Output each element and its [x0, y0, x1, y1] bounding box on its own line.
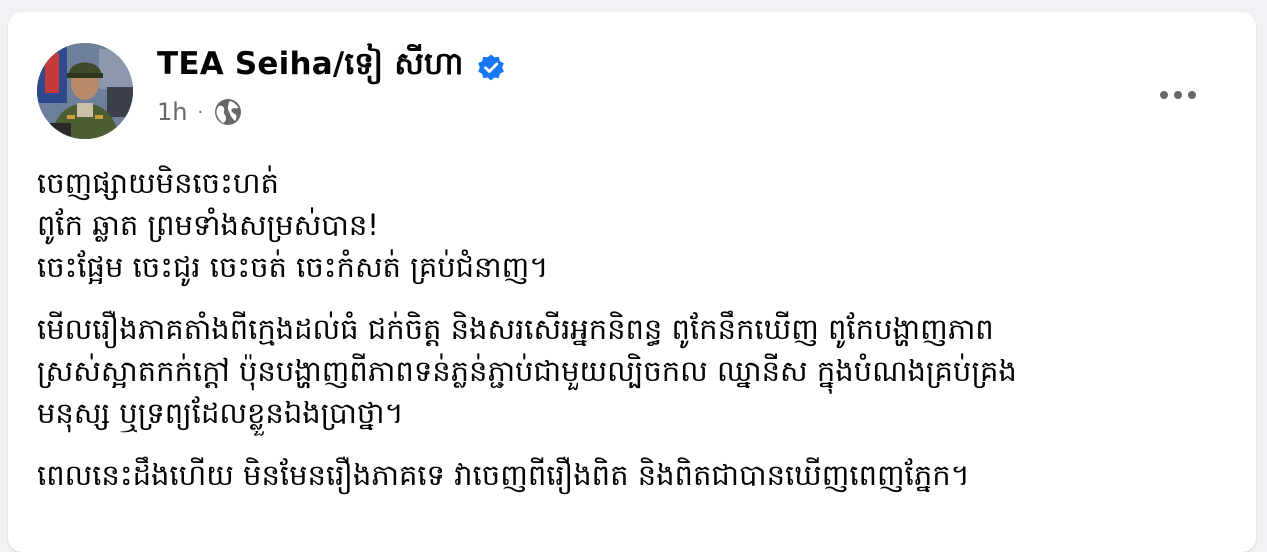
globe-icon[interactable] [213, 97, 243, 127]
post-line: ចេញផ្សាយមិនចេះហត់ [37, 166, 279, 200]
verified-badge-icon [476, 53, 506, 83]
more-options-icon[interactable] [1156, 73, 1200, 117]
author-name[interactable]: TEA Seiha/ទៀ សីហា [157, 45, 464, 90]
post-line: ពូកែ ឆ្លាត ព្រមទាំងសម្រស់បាន! [37, 208, 379, 242]
post-paragraph: ចេញផ្សាយមិនចេះហត់ ពូកែ ឆ្លាត ព្រមទាំងសម្… [37, 162, 1226, 288]
author-avatar[interactable] [37, 43, 133, 139]
post-meta: 1h · [157, 97, 243, 127]
post-card: TEA Seiha/ទៀ សីហា 1h · ចេញផ្សាយមិនចេះហត់… [8, 12, 1256, 552]
post-header: TEA Seiha/ទៀ សីហា 1h · [37, 43, 1256, 139]
post-line: ចេះផ្អែម ចេះជូរ ចេះចត់ ចេះកំសត់ គ្រប់ជំន… [37, 250, 549, 284]
post-text: ចេញផ្សាយមិនចេះហត់ ពូកែ ឆ្លាត ព្រមទាំងសម្… [37, 162, 1226, 516]
post-line: ពេលនេះដឹងហើយ មិនមែនរឿងភាគទេ វាចេញពីរឿងពិ… [37, 458, 970, 492]
post-line: មើលរឿងភាគតាំងពីក្មេងដល់ធំ ជក់ចិត្ត និងសរ… [37, 312, 994, 346]
post-paragraph: ពេលនេះដឹងហើយ មិនមែនរឿងភាគទេ វាចេញពីរឿងពិ… [37, 454, 1226, 496]
post-line: ស្រស់ស្អាតកក់ក្តៅ ប៉ុនបង្ហាញពីភាពទន់ភ្លន… [37, 354, 1017, 388]
meta-separator: · [197, 101, 204, 123]
post-time[interactable]: 1h [157, 98, 187, 126]
post-line: មនុស្ស ឬទ្រព្យដែលខ្លួនឯងប្រាថ្នា។ [37, 396, 404, 430]
post-paragraph: មើលរឿងភាគតាំងពីក្មេងដល់ធំ ជក់ចិត្ត និងសរ… [37, 308, 1226, 434]
author-line: TEA Seiha/ទៀ សីហា [157, 45, 506, 90]
